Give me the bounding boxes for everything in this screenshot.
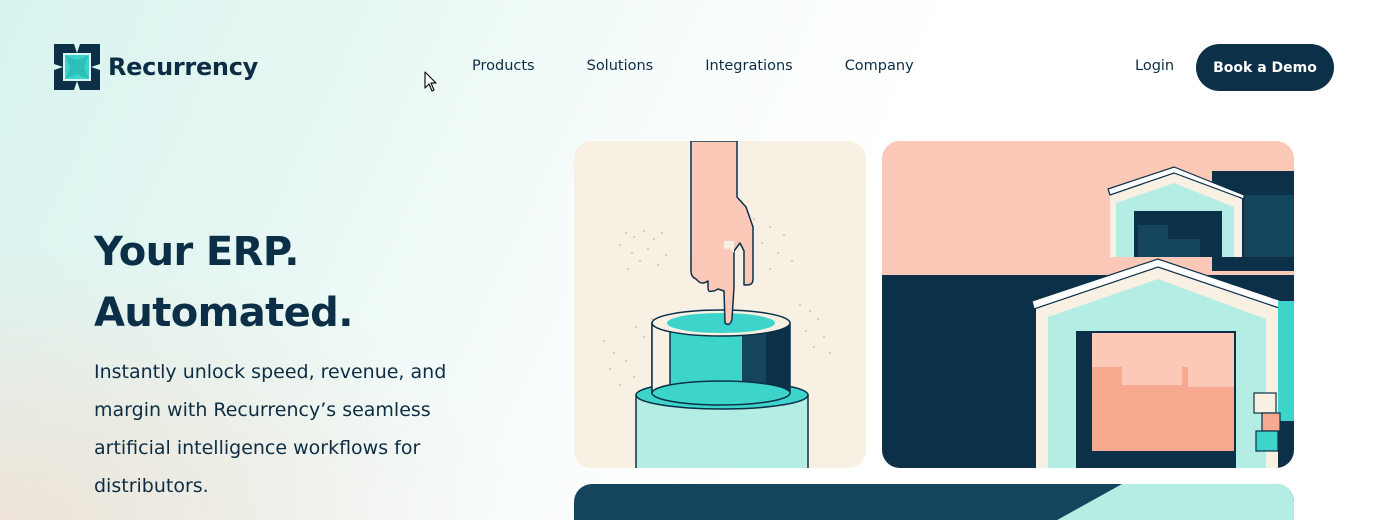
subcopy-line: distributors. [94,475,209,497]
nav-item-integrations[interactable]: Integrations [705,58,792,74]
hero-headline: Your ERP. Automated. [94,222,353,344]
illustration-card-warehouse [882,141,1294,468]
main-nav: Products Solutions Integrations Company [472,58,966,74]
hero-subcopy: Instantly unlock speed, revenue, and mar… [94,353,514,505]
subcopy-line: artificial intelligence workflows for [94,437,421,459]
hand-pressing-button-illustration [603,141,831,468]
subcopy-line: Instantly unlock speed, revenue, and [94,361,447,383]
brand-name: Recurrency [108,53,258,81]
nav-item-company[interactable]: Company [845,58,914,74]
nav-item-products[interactable]: Products [472,58,535,74]
warehouse-illustration [882,141,1294,468]
headline-line-2: Automated. [94,290,353,336]
book-demo-button[interactable]: Book a Demo [1196,44,1334,91]
recurrency-logo-icon [54,44,100,90]
subcopy-line: margin with Recurrency’s seamless [94,399,431,421]
brand-logo[interactable]: Recurrency [54,44,258,90]
headline-line-1: Your ERP. [94,229,299,275]
illustration-card-bottom [574,484,1294,520]
cursor-arrow-icon [424,71,437,92]
bottom-card-shape [1057,484,1294,520]
nav-item-solutions[interactable]: Solutions [587,58,654,74]
login-link[interactable]: Login [1135,58,1174,74]
illustration-card-button-press [574,141,866,468]
